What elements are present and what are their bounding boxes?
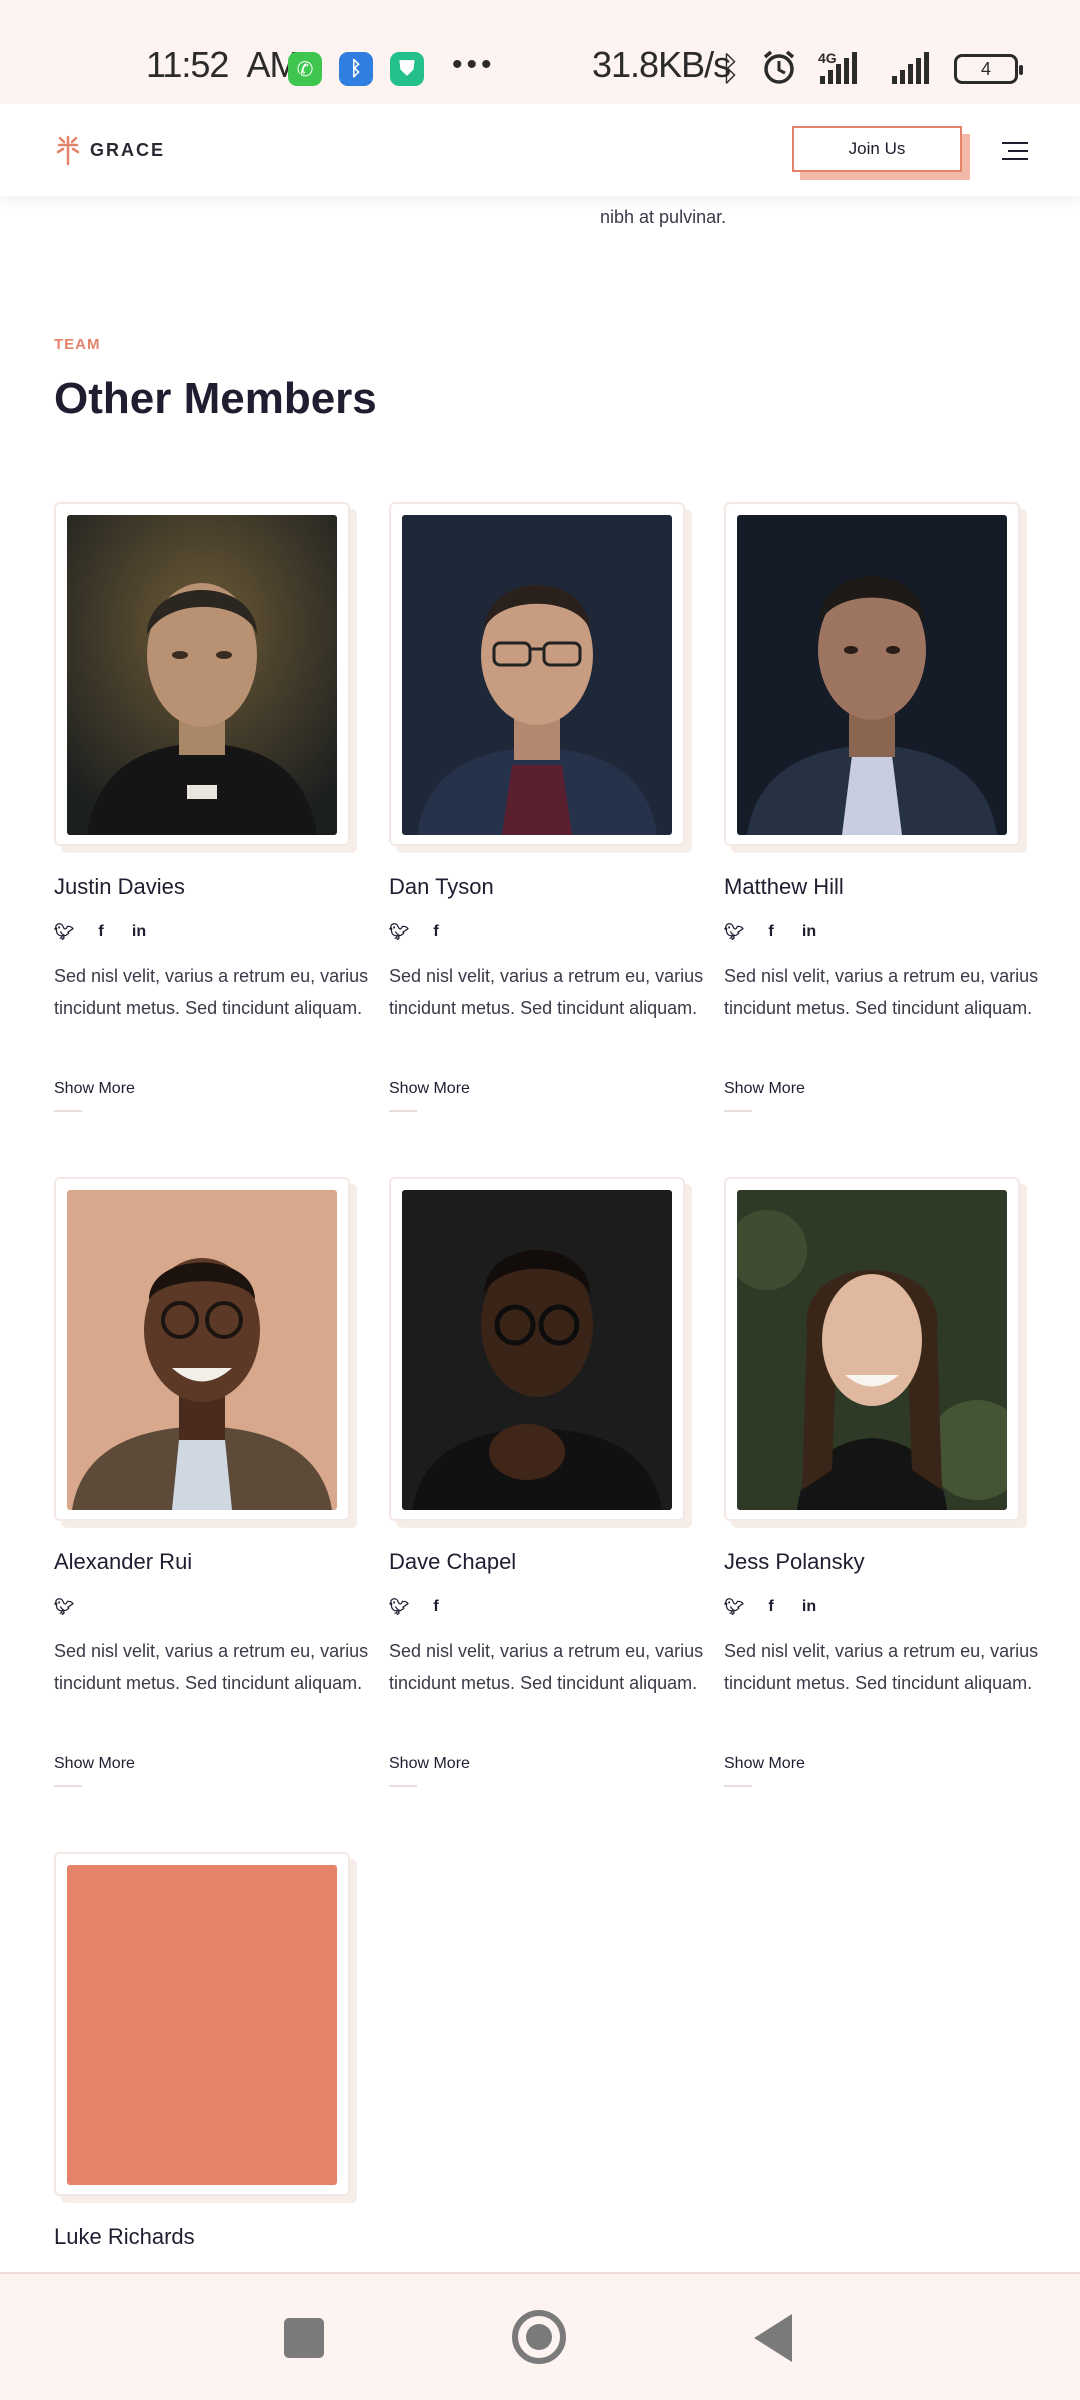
cross-logo-icon	[54, 134, 82, 166]
member-card: Luke Richards	[54, 1852, 350, 2249]
linkedin-icon[interactable]: in	[800, 923, 818, 941]
home-button[interactable]	[512, 2310, 566, 2364]
member-photo-frame[interactable]	[54, 502, 350, 846]
member-photo	[402, 515, 672, 835]
facebook-icon[interactable]: f	[762, 923, 780, 941]
member-card: Jess Polansky 🐦︎ f in Sed nisl velit, va…	[724, 1177, 1038, 1787]
social-links: 🐦︎ f	[389, 1597, 445, 1617]
section-eyebrow: TEAM	[54, 336, 101, 353]
show-more-link[interactable]: Show More	[54, 1755, 135, 1787]
member-photo-frame[interactable]	[724, 1177, 1020, 1521]
member-photo-frame[interactable]	[54, 1852, 350, 2196]
show-more-link[interactable]: Show More	[724, 1755, 805, 1787]
logo-text: GRACE	[90, 139, 166, 160]
member-photo	[737, 1190, 1007, 1510]
system-nav-bar	[0, 2272, 1080, 2400]
member-bio: Sed nisl velit, varius a retrum eu, vari…	[54, 966, 369, 1018]
bluetooth-icon: ᛒ	[720, 50, 741, 88]
member-photo	[402, 1190, 672, 1510]
member-card: Dan Tyson 🐦︎ f Sed nisl velit, varius a …	[389, 502, 703, 1112]
network-speed: 31.8KB/s	[592, 44, 731, 85]
whatsapp-icon: ✆	[288, 52, 322, 86]
alarm-icon	[760, 48, 798, 95]
recents-button[interactable]	[284, 2318, 324, 2358]
battery-icon: 4	[954, 54, 1023, 84]
member-name[interactable]: Dave Chapel	[389, 1549, 516, 1575]
join-us-button[interactable]: Join Us	[792, 126, 962, 172]
previous-section-text: nibh at pulvinar.	[600, 207, 727, 227]
bluetooth-app-icon: ᛒ	[339, 52, 373, 86]
member-bio: Sed nisl velit, varius a retrum eu, vari…	[724, 1641, 1039, 1693]
show-more-link[interactable]: Show More	[389, 1755, 470, 1787]
social-links: 🐦︎ f in	[724, 1597, 818, 1617]
twitter-icon[interactable]: 🐦︎	[54, 1597, 74, 1617]
more-notifications-icon: •••	[452, 48, 496, 81]
member-name[interactable]: Matthew Hill	[724, 874, 844, 900]
show-more-link[interactable]: Show More	[54, 1080, 135, 1112]
twitter-icon[interactable]: 🐦︎	[389, 1597, 409, 1617]
join-us-wrapper: Join Us	[792, 126, 970, 180]
member-photo-frame[interactable]	[389, 1177, 685, 1521]
member-bio: Sed nisl velit, varius a retrum eu, vari…	[389, 1641, 704, 1693]
facebook-icon[interactable]: f	[427, 923, 445, 941]
member-card: Matthew Hill 🐦︎ f in Sed nisl velit, var…	[724, 502, 1038, 1112]
site-logo[interactable]: GRACE	[54, 134, 165, 166]
social-links: 🐦︎ f	[389, 922, 445, 942]
member-photo	[67, 515, 337, 835]
signal-icon-2	[892, 52, 929, 84]
member-card: Alexander Rui 🐦︎ Sed nisl velit, varius …	[54, 1177, 368, 1787]
twitter-icon[interactable]: 🐦︎	[54, 922, 74, 942]
social-links: 🐦︎ f in	[54, 922, 148, 942]
section-title: Other Members	[54, 374, 377, 423]
twitter-icon[interactable]: 🐦︎	[724, 922, 744, 942]
status-bar: 11:52 AM ✆ ᛒ ⛊ ••• 31.8KB/s ᛒ 4G 4	[0, 0, 1080, 104]
show-more-link[interactable]: Show More	[389, 1080, 470, 1112]
shield-app-icon: ⛊	[390, 52, 424, 86]
member-photo-frame[interactable]	[54, 1177, 350, 1521]
linkedin-icon[interactable]: in	[800, 1598, 818, 1616]
member-bio: Sed nisl velit, varius a retrum eu, vari…	[724, 966, 1039, 1018]
show-more-link[interactable]: Show More	[724, 1080, 805, 1112]
status-time: 11:52 AM	[146, 44, 299, 85]
member-name[interactable]: Justin Davies	[54, 874, 185, 900]
site-header: GRACE Join Us	[0, 104, 1080, 196]
member-name[interactable]: Alexander Rui	[54, 1549, 192, 1575]
member-card: Dave Chapel 🐦︎ f Sed nisl velit, varius …	[389, 1177, 703, 1787]
member-photo	[67, 1190, 337, 1510]
member-bio: Sed nisl velit, varius a retrum eu, vari…	[54, 1641, 369, 1693]
hamburger-icon[interactable]	[1002, 142, 1028, 160]
twitter-icon[interactable]: 🐦︎	[389, 922, 409, 942]
member-photo	[737, 515, 1007, 835]
social-links: 🐦︎ f in	[724, 922, 818, 942]
back-button[interactable]	[754, 2314, 792, 2362]
member-photo-frame[interactable]	[389, 502, 685, 846]
member-card: Justin Davies 🐦︎ f in Sed nisl velit, va…	[54, 502, 368, 1112]
member-bio: Sed nisl velit, varius a retrum eu, vari…	[389, 966, 704, 1018]
member-photo-frame[interactable]	[724, 502, 1020, 846]
member-name[interactable]: Luke Richards	[54, 2224, 195, 2250]
member-photo-placeholder	[67, 1865, 337, 2185]
linkedin-icon[interactable]: in	[130, 923, 148, 941]
signal-icon	[820, 52, 857, 84]
twitter-icon[interactable]: 🐦︎	[724, 1597, 744, 1617]
facebook-icon[interactable]: f	[762, 1598, 780, 1616]
facebook-icon[interactable]: f	[92, 923, 110, 941]
member-name[interactable]: Jess Polansky	[724, 1549, 865, 1575]
social-links: 🐦︎	[54, 1597, 74, 1617]
member-name[interactable]: Dan Tyson	[389, 874, 494, 900]
facebook-icon[interactable]: f	[427, 1598, 445, 1616]
